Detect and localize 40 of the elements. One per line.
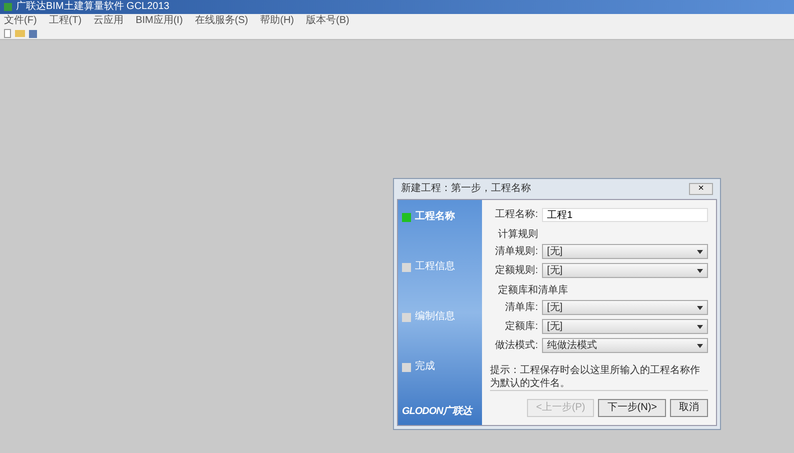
dropdown[interactable]: [无] [542, 263, 708, 278]
field-label: 做法模式: [494, 340, 538, 350]
step-label: 编制信息 [415, 312, 455, 322]
close-button[interactable]: × [689, 183, 713, 195]
save-icon[interactable] [29, 30, 37, 38]
menu-item[interactable]: 工程(T) [48, 16, 82, 26]
name-input[interactable]: 工程1 [542, 208, 708, 222]
field-label: 清单库: [504, 302, 538, 312]
step-label: 完成 [415, 362, 435, 372]
caret-icon [697, 324, 703, 328]
section-heading: 定额库和清单库 [498, 286, 569, 296]
caret-icon [697, 268, 703, 272]
dropdown[interactable]: [无] [542, 319, 708, 334]
dropdown[interactable]: 纯做法模式 [542, 338, 708, 353]
field-label: 定额库: [504, 322, 538, 332]
caret-icon [697, 250, 703, 254]
menu-item[interactable]: BIM应用(I) [136, 16, 183, 26]
logo-text: GLODON广联达 [402, 407, 474, 417]
dropdown[interactable]: [无] [542, 300, 708, 315]
hint-text: 提示：工程保存时会以这里所输入的工程名称作为默认的文件名。 [490, 365, 701, 390]
dropdown[interactable]: [无] [542, 244, 708, 259]
menu-item[interactable]: 版本号(B) [306, 16, 350, 26]
app-icon [4, 3, 12, 11]
dialog-title: 新建工程：第一步，工程名称 [401, 184, 531, 194]
field-label: 工程名称: [494, 210, 538, 220]
wizard-button[interactable]: 取消 [670, 399, 708, 417]
window-title: 广联达BIM土建算量软件 GCL2013 [16, 2, 170, 12]
wizard-button[interactable]: 下一步(N)> [598, 399, 666, 417]
caret-icon [697, 306, 703, 310]
section-heading: 计算规则 [498, 230, 539, 240]
field-label: 清单规则: [494, 246, 538, 256]
step-label: 工程名称 [415, 212, 455, 222]
step-label: 工程信息 [415, 262, 455, 272]
menu-item[interactable]: 文件(F) [4, 16, 37, 26]
menu-item[interactable]: 在线服务(S) [194, 16, 248, 26]
caret-icon [697, 344, 703, 348]
new-file-icon[interactable] [4, 29, 11, 38]
field-label: 定额规则: [494, 266, 538, 276]
menu-item[interactable]: 云应用 [94, 16, 124, 26]
menu-item[interactable]: 帮助(H) [260, 16, 294, 26]
